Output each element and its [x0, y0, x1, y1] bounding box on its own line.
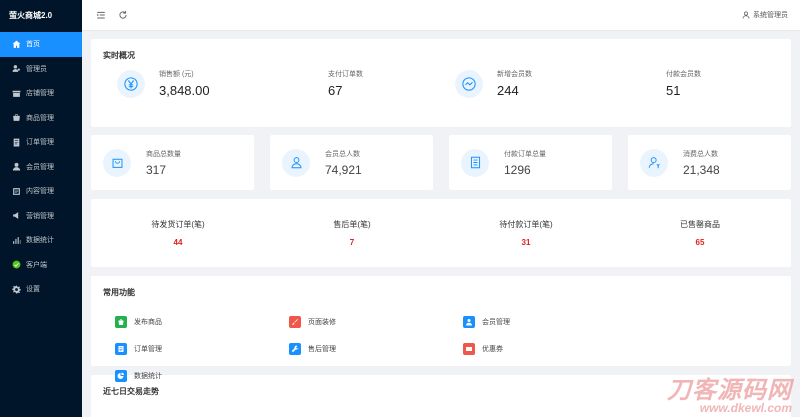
- shopping-bag-icon: [115, 315, 127, 328]
- user-money-icon: [640, 148, 668, 177]
- stat-card-members: 会员总人数 74,921: [270, 135, 433, 190]
- fn-coupon[interactable]: 优惠券: [463, 335, 637, 362]
- stat-card-paid-orders: 付款订单总量 1296: [449, 135, 612, 190]
- chart-icon: [11, 235, 21, 245]
- sidebar-item-label: 设置: [26, 286, 40, 294]
- pending-sold-out[interactable]: 已售罄商品 65: [613, 219, 787, 247]
- sidebar-item-settings[interactable]: 设置: [0, 277, 82, 302]
- gear-icon: [11, 284, 21, 294]
- overview-paying-members: 付款会员数 51: [666, 71, 701, 98]
- watermark-main: 刀客源码网: [667, 377, 792, 404]
- pending-aftersale[interactable]: 售后单(笔) 7: [265, 219, 439, 247]
- sidebar-item-label: 内容管理: [26, 188, 54, 196]
- sidebar-item-label: 会员管理: [26, 163, 54, 171]
- stats-row: 商品总数量 317 会员总人数 74,921 付款订单总量 1296 消费总人数…: [91, 135, 791, 190]
- sidebar-item-label: 管理员: [26, 65, 47, 73]
- stat-card-goods: 商品总数量 317: [91, 135, 254, 190]
- overview-paid-orders: 支付订单数 67: [328, 71, 363, 98]
- document-icon: [461, 148, 489, 177]
- user-icon: [11, 162, 21, 172]
- bag-icon: [103, 148, 131, 177]
- fn-page-design[interactable]: 页面装修: [289, 308, 463, 335]
- main-content: 实时概况 销售额 (元) 3,848.00 支付订单数 67 新增会员数 244…: [82, 31, 800, 417]
- sidebar-item-goods[interactable]: 商品管理: [0, 106, 82, 131]
- user-icon: [463, 315, 475, 328]
- sidebar-item-label: 营销管理: [26, 212, 54, 220]
- sidebar-item-content[interactable]: 内容管理: [0, 179, 82, 204]
- yuan-icon: [117, 69, 145, 98]
- marketing-icon: [11, 211, 21, 221]
- top-bar: 系统管理员: [82, 0, 800, 31]
- content-icon: [11, 186, 21, 196]
- fn-aftersale-manage[interactable]: 售后管理: [289, 335, 463, 362]
- brand-title: 萤火商城2.0: [9, 11, 53, 20]
- pie-chart-icon: [115, 369, 127, 382]
- brush-icon: [289, 315, 301, 328]
- common-functions-card: 常用功能 发布商品 页面装修 会员管理 订单管理 售后管理 优惠券 数据统计: [91, 276, 791, 382]
- sidebar-item-label: 商品管理: [26, 114, 54, 122]
- overview-title: 实时概况: [103, 51, 135, 60]
- wrench-icon: [289, 342, 301, 355]
- sidebar-item-admin[interactable]: 管理员: [0, 57, 82, 82]
- common-functions-title: 常用功能: [103, 288, 135, 297]
- pending-ship-orders[interactable]: 待发货订单(笔) 44: [91, 219, 265, 247]
- sidebar-item-marketing[interactable]: 营销管理: [0, 204, 82, 229]
- sidebar-item-label: 首页: [26, 41, 40, 49]
- sidebar-item-home[interactable]: 首页: [0, 32, 82, 57]
- sidebar-item-statistics[interactable]: 数据统计: [0, 228, 82, 253]
- stat-card-consumers: 消费总人数 21,348: [628, 135, 791, 190]
- overview-sales: 销售额 (元) 3,848.00: [103, 69, 272, 98]
- user-name: 系统管理员: [753, 12, 788, 19]
- pending-unpaid-orders[interactable]: 待付款订单(笔) 31: [439, 219, 613, 247]
- fn-statistics[interactable]: 数据统计: [115, 362, 289, 389]
- fn-publish-goods[interactable]: 发布商品: [115, 308, 289, 335]
- pending-card: 待发货订单(笔) 44 售后单(笔) 7 待付款订单(笔) 31 已售罄商品 6…: [91, 199, 791, 267]
- overview-card: 实时概况 销售额 (元) 3,848.00 支付订单数 67 新增会员数 244…: [91, 39, 791, 127]
- sidebar-item-label: 订单管理: [26, 139, 54, 147]
- refresh-icon[interactable]: [116, 8, 130, 22]
- fn-order-manage[interactable]: 订单管理: [115, 335, 289, 362]
- store-icon: [11, 88, 21, 98]
- coupon-icon: [463, 342, 475, 355]
- user-menu[interactable]: 系统管理员: [742, 10, 788, 20]
- sidebar-item-label: 数据统计: [26, 237, 54, 245]
- goods-icon: [11, 113, 21, 123]
- menu-collapse-icon[interactable]: [94, 8, 108, 22]
- order-icon: [11, 137, 21, 147]
- order-list-icon: [115, 342, 127, 355]
- watermark: 刀客源码网 www.dkewl.com: [667, 370, 792, 415]
- admin-icon: [11, 64, 21, 74]
- sidebar-item-label: 客户端: [26, 261, 47, 269]
- overview-new-members: 新增会员数 244: [441, 69, 610, 98]
- sidebar-item-store[interactable]: 店铺管理: [0, 81, 82, 106]
- sidebar-item-order[interactable]: 订单管理: [0, 130, 82, 155]
- user-icon: [282, 148, 310, 177]
- fn-member-manage[interactable]: 会员管理: [463, 308, 637, 335]
- trend-icon: [455, 69, 483, 98]
- sidebar-item-label: 店铺管理: [26, 90, 54, 98]
- sidebar-item-member[interactable]: 会员管理: [0, 155, 82, 180]
- client-icon: [11, 260, 21, 270]
- sidebar-item-client[interactable]: 客户端: [0, 253, 82, 278]
- home-icon: [11, 39, 21, 49]
- user-icon: [742, 11, 750, 19]
- sidebar: 萤火商城2.0 首页 管理员 店铺管理 商品管理 订单管理 会员管理 内容管理 …: [0, 0, 82, 417]
